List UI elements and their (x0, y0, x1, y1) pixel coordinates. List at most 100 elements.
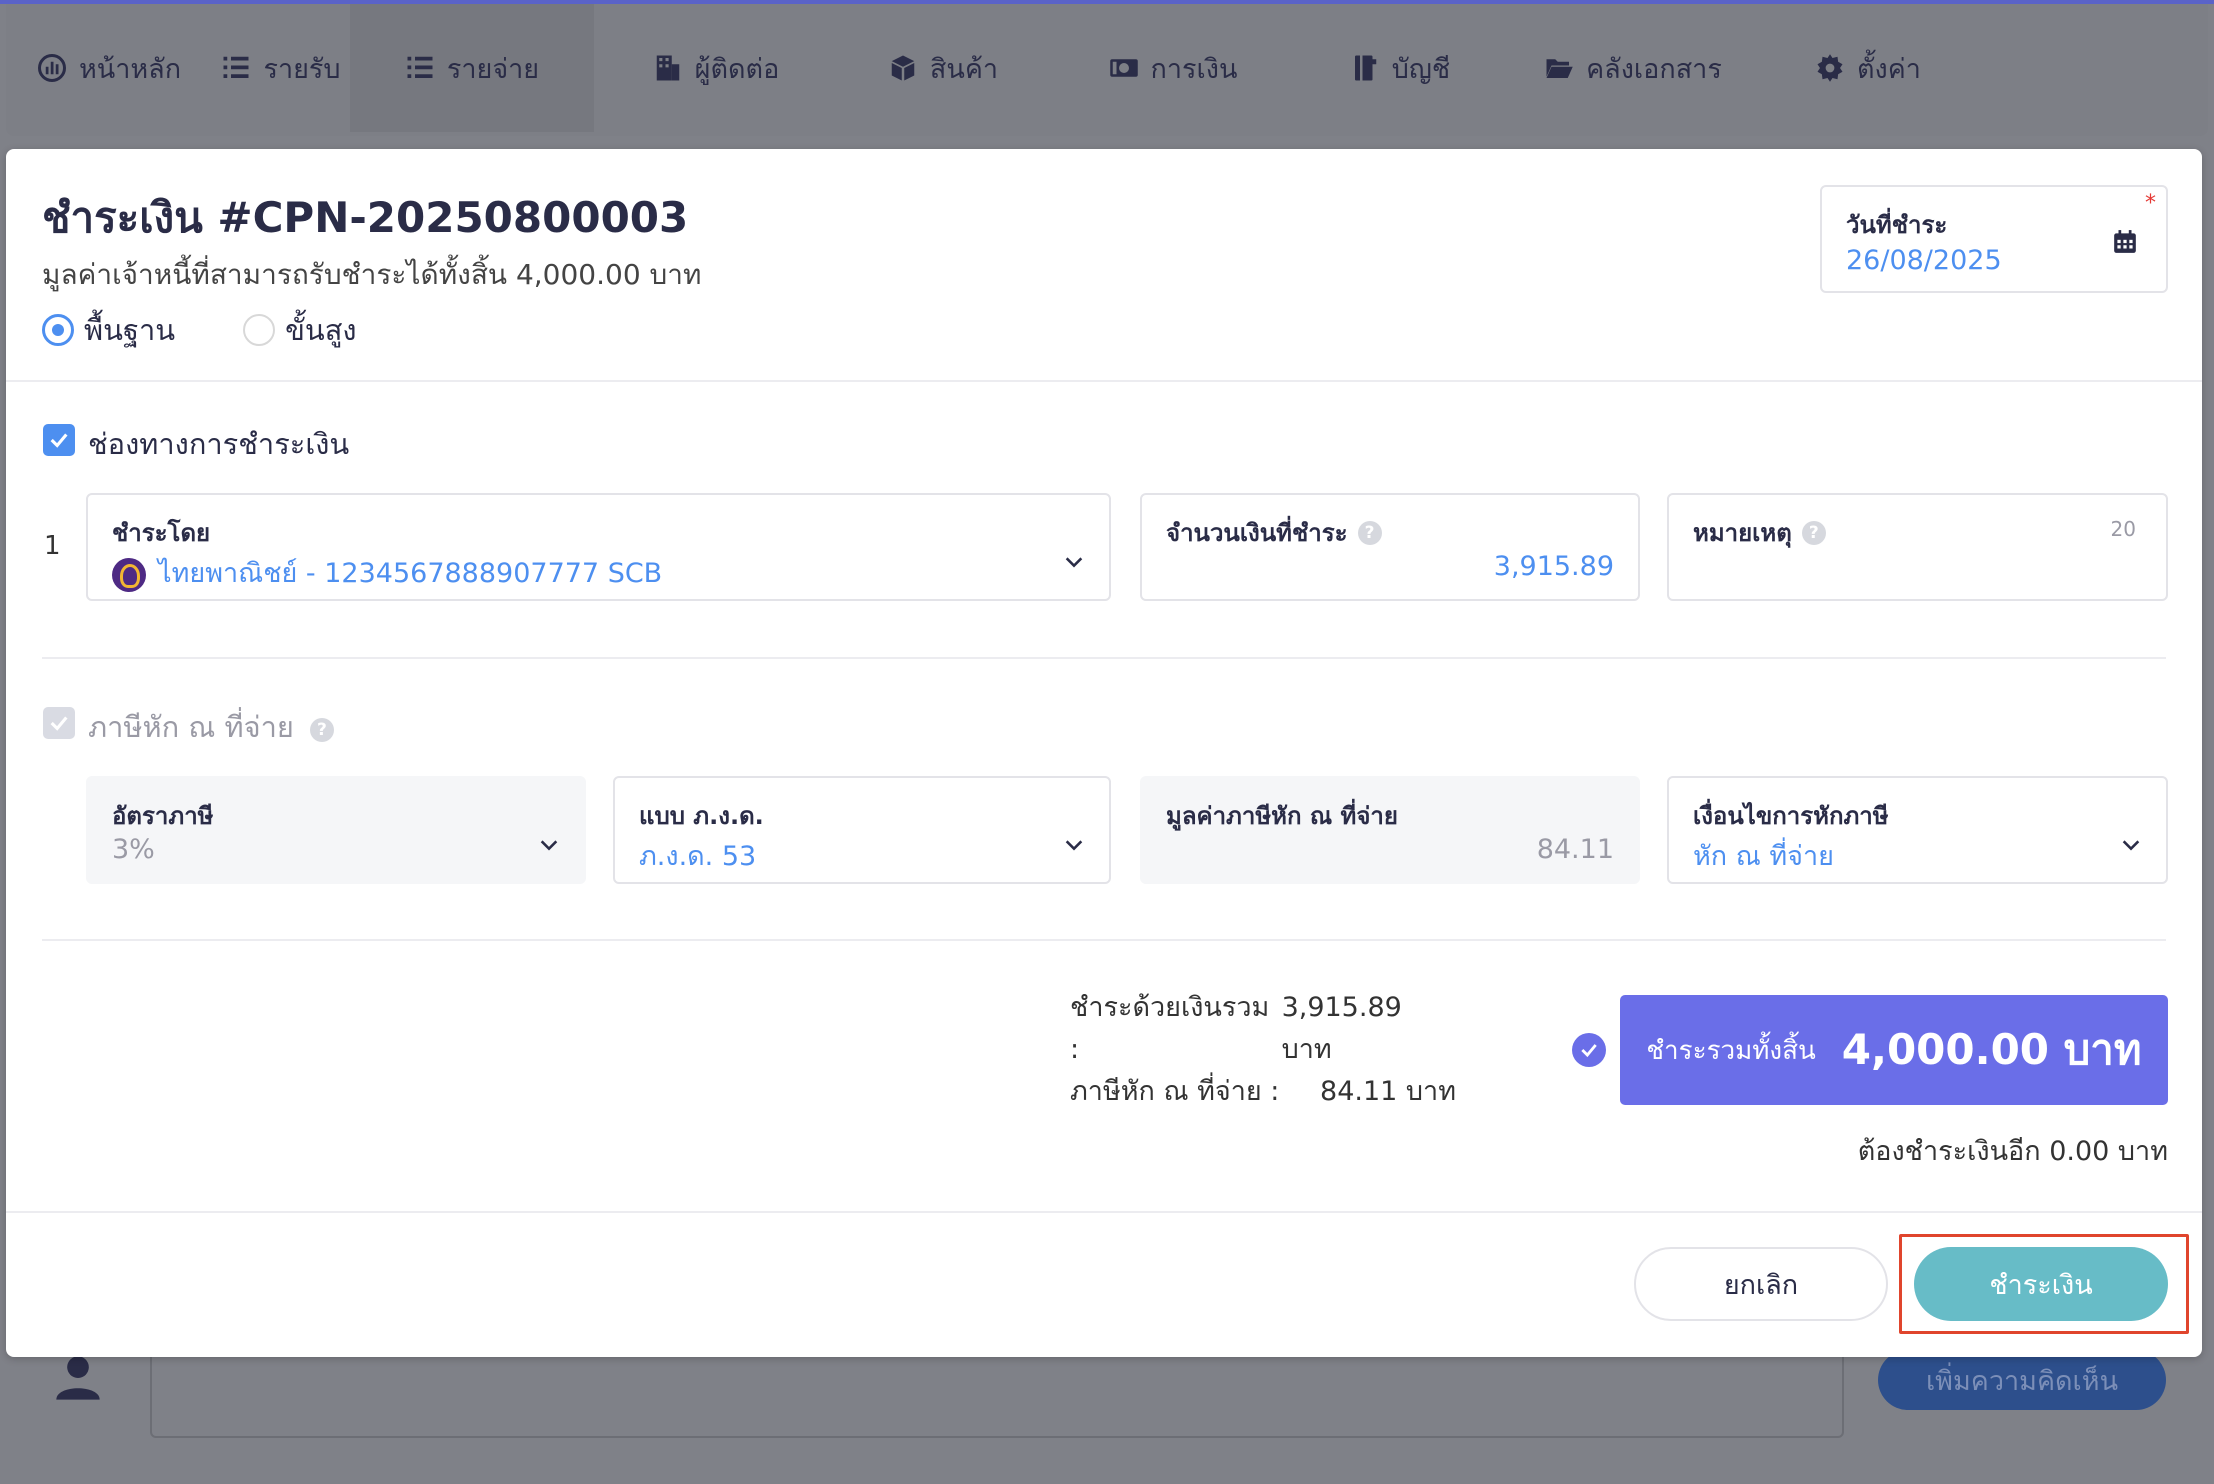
tax-amount-value: 84.11 (1536, 834, 1614, 865)
mode-radio-group: พื้นฐาน ขั้นสูง (42, 307, 405, 353)
payment-modal: ชำระเงิน #CPN-20250800003 มูลค่าเจ้าหนี้… (6, 149, 2202, 1357)
total-payment-box: ชำระรวมทั้งสิ้น 4,000.00 บาท (1620, 995, 2168, 1105)
amount-label-wrap: จำนวนเงินที่ชำระ? (1166, 513, 1382, 552)
tax-rate-label: อัตราภาษี (112, 802, 214, 830)
paid-by-label: ชำระโดย (112, 519, 211, 547)
summary-wht-row: ภาษีหัก ณ ที่จ่าย : 84.11 บาท (1070, 1071, 1456, 1113)
pay-button-highlight (1899, 1234, 2189, 1334)
nav-item-finance[interactable]: การเงิน (1048, 4, 1298, 132)
nav-item-label: สินค้า (929, 53, 999, 85)
payment-date-value[interactable]: 26/08/2025 (1846, 245, 2002, 276)
main-nav: หน้าหลัก รายรับ รายจ่าย ผู้ติดต่อ สินค้า… (6, 4, 2208, 136)
radio-basic[interactable] (42, 314, 74, 346)
withholding-tax-checkbox[interactable] (43, 707, 75, 739)
nav-item-label: การเงิน (1150, 53, 1238, 85)
radio-advanced-label: ขั้นสูง (285, 313, 357, 347)
amount-value[interactable]: 3,915.89 (1494, 551, 1614, 582)
nav-item-products[interactable]: สินค้า (838, 4, 1048, 132)
withholding-label-wrap: ภาษีหัก ณ ที่จ่าย? (88, 704, 334, 750)
nav-item-documents[interactable]: คลังเอกสาร (1502, 4, 1764, 132)
payment-date-field[interactable]: วันที่ชำระ 26/08/2025 * (1820, 185, 2168, 293)
paid-by-value: ไทยพาณิชย์ - 1234567888907777 SCB (158, 558, 663, 589)
summary-cash-label: ชำระด้วยเงินรวม : (1070, 992, 1270, 1065)
nav-item-expense[interactable]: รายจ่าย (350, 4, 594, 132)
radio-advanced[interactable] (243, 314, 276, 346)
income-icon (223, 56, 249, 78)
modal-subtitle: มูลค่าเจ้าหนี้ที่สามารถรับชำระได้ทั้งสิ้… (42, 258, 702, 291)
chevron-down-icon (2122, 840, 2140, 851)
remaining-balance: ต้องชำระเงินอีก 0.00 บาท (1857, 1136, 2168, 1167)
nav-item-home[interactable]: หน้าหลัก (6, 4, 212, 132)
summary-cash-row: ชำระด้วยเงินรวม :3,915.89 บาท (1070, 987, 1456, 1071)
chevron-down-icon (540, 840, 558, 851)
box-icon (891, 55, 915, 81)
folder-icon (1546, 59, 1573, 78)
check-icon (50, 433, 68, 448)
divider (42, 657, 2166, 659)
note-field[interactable]: หมายเหตุ? 20 (1667, 493, 2168, 601)
nav-item-income[interactable]: รายรับ (212, 4, 350, 132)
help-icon[interactable]: ? (1357, 520, 1382, 545)
payment-date-label: วันที่ชำระ (1846, 211, 1948, 239)
nav-item-accounting[interactable]: บัญชี (1298, 4, 1502, 132)
help-icon[interactable]: ? (309, 718, 334, 742)
help-icon[interactable]: ? (1801, 520, 1826, 545)
chevron-down-icon (1065, 840, 1083, 851)
gear-icon (1817, 54, 1843, 82)
amount-label: จำนวนเงินที่ชำระ (1166, 519, 1348, 547)
nav-item-label: ตั้งค่า (1857, 53, 1921, 85)
expense-icon (407, 56, 433, 78)
paid-by-select[interactable]: ชำระโดย ไทยพาณิชย์ - 1234567888907777 SC… (86, 493, 1111, 601)
scb-bank-logo-icon (112, 557, 146, 592)
tax-form-select[interactable]: แบบ ภ.ง.ด. ภ.ง.ด. 53 (613, 776, 1111, 884)
note-label: หมายเหตุ (1693, 519, 1792, 547)
note-label-wrap: หมายเหตุ? (1693, 513, 1826, 552)
mode-advanced-option[interactable]: ขั้นสูง (243, 307, 357, 353)
tax-condition-label: เงื่อนไขการหักภาษี (1693, 802, 1889, 830)
cancel-button[interactable]: ยกเลิก (1634, 1247, 1888, 1321)
radio-basic-label: พื้นฐาน (84, 313, 176, 347)
payment-channel-checkbox[interactable] (43, 424, 75, 456)
paid-by-value-wrap: ไทยพาณิชย์ - 1234567888907777 SCB (112, 551, 662, 594)
chevron-down-icon (1065, 557, 1083, 568)
dashboard-icon (37, 54, 66, 82)
row-number: 1 (44, 531, 61, 561)
tax-rate-select[interactable]: อัตราภาษี 3% (86, 776, 586, 884)
modal-title: ชำระเงิน #CPN-20250800003 (42, 193, 689, 242)
tax-condition-value: หัก ณ ที่จ่าย (1693, 841, 1834, 872)
ledger-icon (1354, 55, 1376, 81)
total-value: 4,000.00 บาท (1841, 1025, 2142, 1074)
nav-item-label: รายจ่าย (446, 53, 540, 85)
user-avatar-icon (56, 1356, 100, 1400)
add-comment-button[interactable]: เพิ่มความคิดเห็น (1878, 1350, 2166, 1410)
nav-item-label: หน้าหลัก (78, 53, 182, 85)
nav-item-settings[interactable]: ตั้งค่า (1764, 4, 1972, 132)
note-char-counter: 20 (2110, 517, 2136, 541)
summary-wht-value: 84.11 บาท (1320, 1076, 1456, 1107)
payment-summary: ชำระด้วยเงินรวม :3,915.89 บาท ภาษีหัก ณ … (1070, 987, 1456, 1113)
tax-rate-value: 3% (112, 834, 155, 865)
amount-field[interactable]: จำนวนเงินที่ชำระ? 3,915.89 (1140, 493, 1640, 601)
nav-item-label: คลังเอกสาร (1586, 53, 1722, 85)
total-label: ชำระรวมทั้งสิ้น (1646, 1035, 1816, 1066)
check-icon (50, 716, 68, 731)
tax-form-value: ภ.ง.ด. 53 (639, 841, 757, 872)
divider (6, 380, 2202, 382)
contacts-icon (656, 55, 679, 81)
tax-form-label: แบบ ภ.ง.ด. (639, 802, 764, 830)
summary-cash-value: 3,915.89 บาท (1281, 992, 1402, 1065)
money-icon (1109, 59, 1138, 77)
tax-amount-label: มูลค่าภาษีหัก ณ ที่จ่าย (1166, 802, 1398, 830)
tax-amount-field: มูลค่าภาษีหัก ณ ที่จ่าย 84.11 (1140, 776, 1640, 884)
summary-wht-label: ภาษีหัก ณ ที่จ่าย : (1070, 1076, 1280, 1107)
mode-basic-option[interactable]: พื้นฐาน (42, 307, 175, 353)
divider (6, 1211, 2202, 1213)
withholding-label: ภาษีหัก ณ ที่จ่าย (88, 710, 294, 744)
calendar-icon[interactable] (2112, 229, 2138, 255)
required-mark: * (2145, 191, 2156, 216)
tax-condition-select[interactable]: เงื่อนไขการหักภาษี หัก ณ ที่จ่าย (1667, 776, 2168, 884)
nav-item-label: รายรับ (263, 53, 341, 85)
nav-item-contacts[interactable]: ผู้ติดต่อ (594, 4, 838, 132)
payment-channel-label: ช่องทางการชำระเงิน (88, 427, 350, 461)
check-circle-icon (1572, 1033, 1606, 1067)
